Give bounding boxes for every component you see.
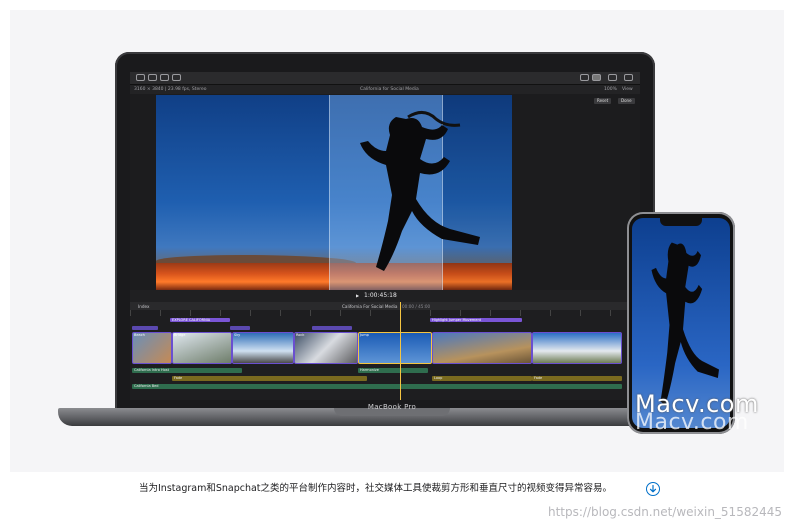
clip-desert[interactable]	[432, 332, 532, 364]
timeline-header: Index California For Social Media 00:00 …	[130, 302, 640, 310]
library-icon[interactable]	[136, 74, 145, 81]
audio-clip-4[interactable]: Loop	[432, 376, 532, 381]
chat-icon[interactable]	[172, 74, 181, 81]
audio-clip-2[interactable]: Fade	[172, 376, 367, 381]
project-title: California for Social Media	[360, 87, 419, 92]
watermark-secondary: Macv.com	[635, 410, 749, 435]
music-bed[interactable]: California Bed	[132, 384, 622, 389]
connected-clip[interactable]	[230, 326, 250, 330]
viewer-info-bar: 3160 × 3840 | 23.98 fps, Stereo Californ…	[130, 85, 640, 94]
connected-clip[interactable]	[132, 326, 158, 330]
caption-text: 当为Instagram和Snapchat之类的平台制作内容时，社交媒体工具使裁剪…	[139, 483, 613, 494]
clip-format-info: 3160 × 3840 | 23.98 fps, Stereo	[134, 87, 207, 92]
timeline-project-name: California For Social Media	[342, 304, 398, 309]
iphone-notch	[660, 218, 702, 226]
clip-label: Rock	[296, 333, 305, 337]
clip-beach[interactable]: Beach	[132, 332, 172, 364]
clip-label: Bridge	[174, 333, 186, 337]
play-icon[interactable]: ▶	[356, 293, 359, 298]
timeline[interactable]: EXPLORE CALIFORNIA Highlight Jumper Move…	[130, 302, 640, 400]
clip-jump-selected[interactable]: Jump	[358, 332, 432, 364]
timecode-bar: ▶ 1:00:45:18	[130, 290, 640, 302]
upload-icon[interactable]	[624, 74, 633, 81]
timeline-duration: 00:00 / 45:00	[402, 304, 431, 309]
clip-sky[interactable]: Sky	[232, 332, 294, 364]
reset-button[interactable]: Reset	[594, 98, 612, 104]
timecode-display: 1:00:45:18	[364, 292, 397, 299]
audio-clip-5[interactable]: Fade	[532, 376, 622, 381]
view-menu[interactable]: View	[622, 87, 633, 92]
jumper-silhouette-vertical	[651, 242, 719, 406]
done-button[interactable]: Done	[618, 98, 635, 104]
jumper-silhouette	[360, 111, 480, 271]
clip-label: Sky	[234, 333, 241, 337]
clip-bridge[interactable]: Bridge	[172, 332, 232, 364]
clip-rock[interactable]: Rock	[294, 332, 358, 364]
connected-clip[interactable]	[312, 326, 352, 330]
csdn-watermark: https://blog.csdn.net/weixin_51582445	[547, 505, 782, 519]
clip-landscape[interactable]	[532, 332, 622, 364]
timeline-ruler	[130, 310, 640, 316]
clip-label: Jump	[360, 333, 369, 337]
video-viewer[interactable]	[156, 95, 512, 290]
clip-label: Beach	[134, 333, 145, 337]
app-toolbar	[130, 72, 640, 85]
title-clip-2[interactable]: Highlight Jumper Movement	[430, 318, 522, 322]
download-icon[interactable]	[646, 482, 660, 496]
audio-clip-1[interactable]: California Intro Host	[132, 368, 242, 373]
audio-clip-3[interactable]: Harmonize	[358, 368, 428, 373]
layout-icon[interactable]	[580, 74, 589, 81]
checkmark-icon[interactable]	[160, 74, 169, 81]
zoom-level[interactable]: 100%	[604, 87, 617, 92]
timeline-index-tab[interactable]: Index	[138, 304, 150, 309]
title-clip-1[interactable]: EXPLORE CALIFORNIA	[170, 318, 230, 322]
playhead[interactable]	[400, 302, 401, 400]
fcpx-screen: 3160 × 3840 | 23.98 fps, Stereo Californ…	[130, 72, 640, 400]
key-icon[interactable]	[148, 74, 157, 81]
toggle-icon[interactable]	[592, 74, 601, 81]
share-icon[interactable]	[608, 74, 617, 81]
